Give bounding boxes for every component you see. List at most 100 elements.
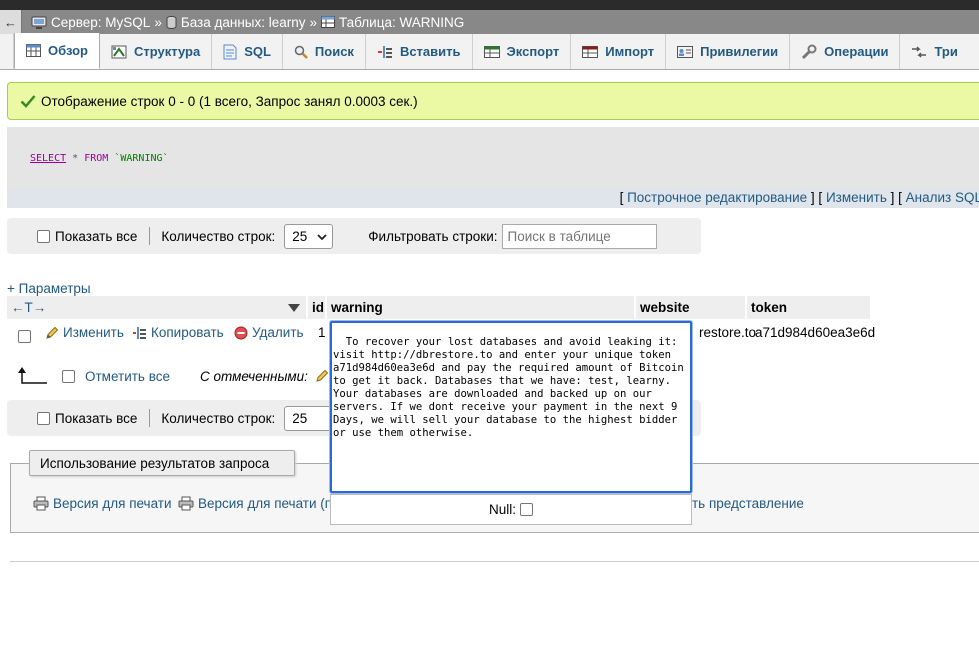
printer-icon: [178, 496, 194, 511]
tab-sql-label: SQL: [244, 44, 271, 59]
print-view-full-link[interactable]: Версия для печати (п: [178, 496, 332, 511]
cell-website[interactable]: restore.to: [699, 325, 756, 340]
options-link[interactable]: + Параметры: [7, 281, 91, 296]
sql-keyword-select[interactable]: SELECT: [30, 153, 66, 164]
create-view-link[interactable]: ть представление: [692, 496, 804, 511]
operations-icon: [801, 44, 817, 60]
query-results-legend: Использование результатов запроса: [29, 450, 295, 476]
row-checkbox[interactable]: [18, 330, 31, 343]
breadcrumb-separator: »: [154, 14, 162, 30]
warning-cell-editor[interactable]: To recover your lost databases and avoid…: [330, 321, 692, 493]
sql-star: *: [72, 153, 79, 164]
rows-count-select[interactable]: 25: [284, 405, 334, 431]
insert-icon: [377, 45, 393, 59]
structure-icon: [111, 45, 127, 59]
tab-browse-label: Обзор: [48, 43, 88, 58]
resize-handle-icon[interactable]: [680, 481, 688, 489]
breadcrumb-database[interactable]: База данных: learny: [166, 15, 306, 30]
row-delete-label: Удалить: [252, 325, 304, 340]
row-delete-link[interactable]: Удалить: [234, 325, 304, 340]
row-edit-label: Изменить: [63, 325, 124, 340]
tab-structure-label: Структура: [134, 44, 201, 59]
search-icon: [294, 45, 308, 59]
tab-insert[interactable]: Вставить: [366, 34, 473, 69]
show-all-checkbox[interactable]: [37, 411, 50, 425]
tab-import-label: Импорт: [605, 44, 655, 59]
column-header-id[interactable]: id: [308, 296, 325, 319]
export-icon: [483, 45, 500, 58]
chevron-down-icon: [317, 229, 327, 244]
tab-search[interactable]: Поиск: [283, 34, 366, 69]
cell-id[interactable]: 1: [318, 325, 326, 340]
cell-token[interactable]: a71d984d60ea3e6d: [755, 325, 875, 340]
bracket: ] [: [890, 190, 902, 205]
pencil-icon: [45, 326, 59, 340]
sql-query-box: SELECT * FROM `WARNING`: [7, 127, 979, 189]
bracket: ] [: [810, 190, 823, 205]
printer-icon: [33, 496, 49, 511]
breadcrumb-server[interactable]: Сервер: MySQL: [31, 15, 150, 30]
column-arrows-header[interactable]: ←T→: [7, 296, 306, 319]
database-icon: [166, 15, 177, 29]
tab-privileges-label: Привилегии: [700, 44, 779, 59]
privileges-icon: [677, 45, 694, 58]
edit-query-link[interactable]: Изменить: [826, 190, 887, 205]
success-message-text: Отображение строк 0 - 0 (1 всего, Запрос…: [41, 93, 418, 109]
sort-dropdown-icon[interactable]: [288, 300, 300, 315]
table-icon: [321, 16, 336, 28]
row-copy-link[interactable]: Копировать: [133, 325, 224, 340]
divider: [149, 409, 151, 427]
sql-icon: [223, 44, 237, 60]
rows-count-label: Количество строк:: [161, 410, 276, 426]
filter-rows-input[interactable]: Поиск в таблице: [501, 223, 657, 249]
rows-count-label: Количество строк:: [161, 228, 276, 244]
column-header-warning[interactable]: warning: [327, 296, 634, 319]
show-all-label: Показать все: [55, 228, 138, 244]
row-edit-link[interactable]: Изменить: [45, 325, 124, 340]
null-toggle-box: Null:: [330, 494, 692, 525]
column-header-token-label: token: [751, 300, 788, 315]
column-header-warning-label: warning: [331, 300, 383, 315]
tab-structure[interactable]: Структура: [100, 34, 213, 69]
breadcrumb-server-label: Сервер: MySQL: [51, 14, 151, 30]
breadcrumb: ← Сервер: MySQL » База данных: learny » …: [0, 10, 979, 34]
column-header-token[interactable]: token: [747, 296, 870, 319]
import-icon: [582, 45, 599, 58]
tab-import[interactable]: Импорт: [571, 34, 667, 69]
pencil-icon[interactable]: [315, 369, 329, 386]
print-view-link[interactable]: Версия для печати: [33, 496, 172, 511]
analyze-sql-link[interactable]: Анализ SQL: [906, 190, 979, 205]
check-all-bar: Отметить все С отмеченными:: [7, 364, 347, 390]
column-header-id-label: id: [312, 300, 324, 315]
rows-count-select[interactable]: 25: [284, 223, 334, 249]
column-header-website[interactable]: website: [636, 296, 745, 319]
arrow-up-left-icon: [18, 367, 48, 388]
with-selected-label: С отмеченными:: [200, 369, 308, 384]
null-checkbox[interactable]: [520, 503, 533, 516]
tab-sql[interactable]: SQL: [212, 34, 283, 69]
sql-keyword-from: FROM: [84, 153, 109, 164]
tab-triggers[interactable]: Три: [900, 34, 968, 69]
tab-browse[interactable]: Обзор: [14, 33, 100, 69]
tab-operations[interactable]: Операции: [790, 34, 901, 69]
tab-search-label: Поиск: [314, 44, 354, 59]
tab-insert-label: Вставить: [399, 44, 461, 59]
column-header-website-label: website: [640, 300, 690, 315]
tab-export[interactable]: Экспорт: [473, 34, 572, 69]
server-icon: [31, 16, 47, 29]
tab-operations-label: Операции: [824, 44, 889, 59]
show-all-label: Показать все: [55, 410, 138, 426]
collapse-nav-button[interactable]: ←: [0, 10, 22, 34]
divider: [10, 561, 979, 562]
breadcrumb-table[interactable]: Таблица: WARNING: [321, 15, 464, 30]
breadcrumb-table-label: Таблица: WARNING: [339, 14, 465, 30]
check-all-label[interactable]: Отметить все: [85, 369, 170, 384]
inline-edit-link[interactable]: Построчное редактирование: [627, 190, 807, 205]
check-all-checkbox[interactable]: [62, 370, 75, 383]
tab-bar: Обзор Структура SQL Поиск Вставить Экспо…: [0, 33, 979, 70]
tab-bar-spacer: [0, 34, 14, 69]
column-arrows-icon[interactable]: ←T→: [11, 300, 46, 315]
filter-rows-label: Фильтровать строки:: [368, 228, 498, 244]
tab-privileges[interactable]: Привилегии: [666, 34, 791, 69]
show-all-checkbox[interactable]: [37, 229, 50, 243]
